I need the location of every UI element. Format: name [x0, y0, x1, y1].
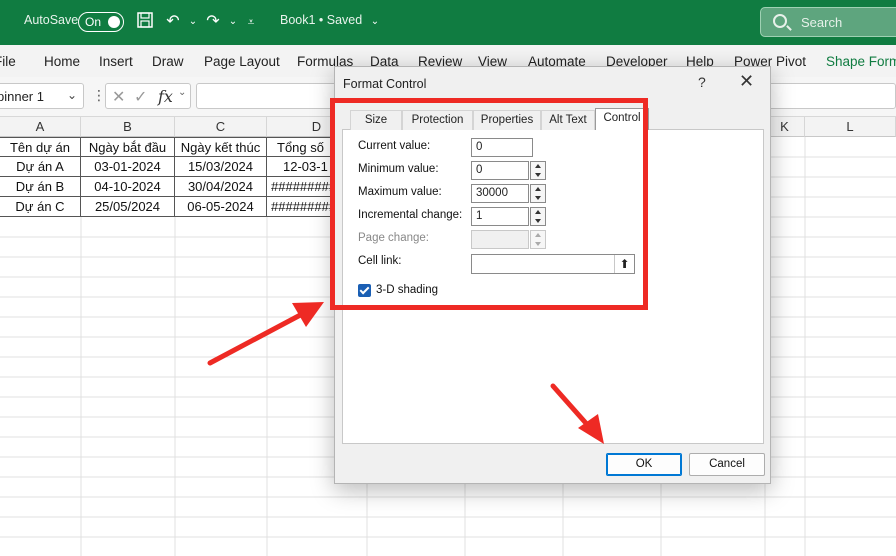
name-box[interactable]: pinner 1 ⌄: [0, 83, 84, 109]
cancel-icon[interactable]: ✕: [112, 87, 125, 107]
shading-label: 3-D shading: [376, 284, 439, 296]
enter-icon[interactable]: ✓: [134, 87, 147, 107]
tab-page-layout[interactable]: Page Layout: [204, 54, 280, 69]
undo-icon[interactable]: ↶: [162, 11, 184, 33]
autosave-toggle-label: On: [85, 15, 102, 29]
tab-shape-format[interactable]: Shape Format: [826, 54, 896, 69]
page-change-input: [471, 230, 529, 249]
title-bar: AutoSave On ↶ ⌄ ↷ ⌄ ⩡ Book1 • Saved ⌄ Se…: [0, 0, 896, 45]
redo-icon[interactable]: ↷: [202, 11, 224, 33]
format-control-dialog: Format Control ? ✕ Size Protection Prope…: [334, 66, 771, 484]
customize-qat-icon[interactable]: ⩡: [240, 11, 262, 33]
current-value-label: Current value:: [358, 140, 431, 152]
tab-properties[interactable]: Properties: [473, 110, 541, 130]
shading-checkbox[interactable]: [358, 284, 371, 297]
save-icon[interactable]: [134, 11, 156, 33]
cell-link-input[interactable]: ⬆: [471, 254, 635, 274]
tab-draw[interactable]: Draw: [152, 54, 184, 69]
more-options-icon[interactable]: ⋮: [92, 87, 106, 104]
collapse-dialog-icon[interactable]: ⬆: [614, 255, 634, 273]
tab-control[interactable]: Control: [595, 108, 649, 131]
minimum-value-spinner[interactable]: [530, 161, 546, 180]
dialog-title: Format Control: [343, 77, 427, 91]
toggle-knob: [108, 16, 120, 28]
insert-function-icon[interactable]: fx: [158, 87, 173, 106]
chevron-down-icon[interactable]: ⌄: [178, 87, 186, 98]
maximum-value-label: Maximum value:: [358, 186, 442, 198]
tab-alt-text[interactable]: Alt Text: [541, 110, 595, 130]
tab-home[interactable]: Home: [44, 54, 80, 69]
minimum-value-input[interactable]: 0: [471, 161, 529, 180]
tab-size[interactable]: Size: [350, 110, 402, 130]
undo-dropdown-icon[interactable]: ⌄: [182, 11, 204, 33]
tab-insert[interactable]: Insert: [99, 54, 133, 69]
search-icon: [773, 14, 787, 28]
control-tab-panel: Current value: 0 Minimum value: 0 Maximu…: [342, 130, 764, 444]
formula-buttons: ✕ ✓ fx ⌄: [105, 83, 191, 109]
tab-file[interactable]: File: [0, 54, 16, 69]
search-box[interactable]: Search: [760, 7, 896, 37]
ok-button[interactable]: OK: [606, 453, 682, 476]
incremental-change-input[interactable]: 1: [471, 207, 529, 226]
cell-link-label: Cell link:: [358, 255, 402, 267]
excel-window: AutoSave On ↶ ⌄ ↷ ⌄ ⩡ Book1 • Saved ⌄ Se…: [0, 0, 896, 556]
search-placeholder: Search: [801, 15, 843, 30]
maximum-value-spinner[interactable]: [530, 184, 546, 203]
chevron-down-icon[interactable]: ⌄: [364, 11, 386, 33]
name-box-value: pinner 1: [0, 89, 44, 104]
chevron-down-icon[interactable]: ⌄: [67, 88, 77, 102]
document-title[interactable]: Book1 • Saved: [280, 13, 362, 27]
incremental-change-label: Incremental change:: [358, 209, 463, 221]
incremental-change-spinner[interactable]: [530, 207, 546, 226]
close-icon[interactable]: ✕: [739, 71, 754, 92]
page-change-label: Page change:: [358, 232, 429, 244]
autosave-toggle[interactable]: On: [78, 12, 124, 32]
page-change-spinner: [530, 230, 546, 249]
cancel-button[interactable]: Cancel: [689, 453, 765, 476]
current-value-input[interactable]: 0: [471, 138, 533, 157]
dialog-tabs: Size Protection Properties Alt Text Cont…: [342, 108, 764, 131]
tab-protection[interactable]: Protection: [402, 110, 473, 130]
help-icon[interactable]: ?: [698, 74, 706, 90]
minimum-value-label: Minimum value:: [358, 163, 439, 175]
autosave-label: AutoSave: [24, 13, 79, 27]
maximum-value-input[interactable]: 30000: [471, 184, 529, 203]
